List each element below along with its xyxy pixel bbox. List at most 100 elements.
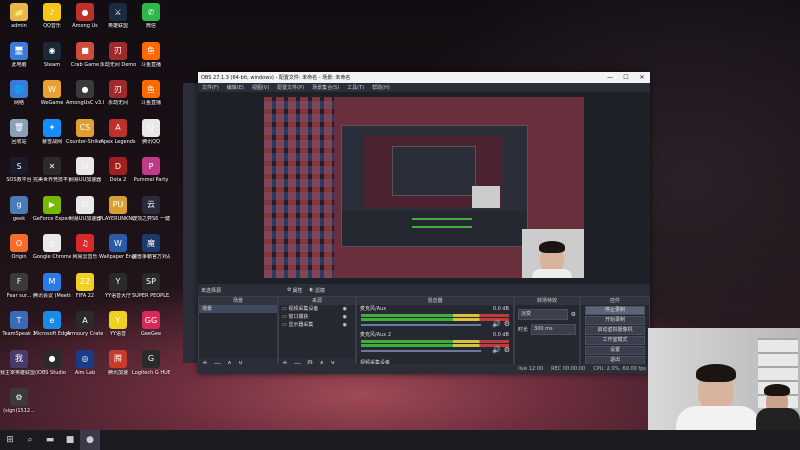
- menu-edit[interactable]: 编辑(E): [223, 84, 248, 91]
- desktop-icon[interactable]: SPSUPER PEOPLE.CBT: [132, 272, 170, 312]
- app-icon: S: [10, 157, 28, 175]
- windows-start-icon[interactable]: ⊞: [0, 430, 20, 450]
- app-icon: 📁: [10, 3, 28, 21]
- source-item[interactable]: ▭ 窗口捕获 ◉: [279, 313, 355, 321]
- desktop-icon[interactable]: GG GeeGee: [132, 310, 170, 350]
- app-icon: D: [109, 157, 127, 175]
- app-icon: ◎: [43, 234, 61, 252]
- menu-scene-collection[interactable]: 场景集合(S): [308, 84, 343, 91]
- menu-tools[interactable]: 工具(T): [343, 84, 368, 91]
- desktop-icon[interactable]: G Logitech G HUB: [132, 349, 170, 389]
- app-icon: M: [43, 272, 61, 291]
- app-icon: 🌐: [10, 80, 28, 98]
- close-button[interactable]: ✕: [634, 74, 650, 81]
- desktop-icon[interactable]: 魔魔兽争霸官方对战平台: [132, 233, 170, 273]
- gear-icon[interactable]: ⚙: [504, 346, 510, 354]
- studio-mode-button[interactable]: 工作室模式: [585, 336, 645, 345]
- preview-webcam: [522, 229, 584, 278]
- filters-button[interactable]: 滤镜: [315, 287, 325, 294]
- start-recording-button[interactable]: 开始录制: [585, 316, 645, 325]
- gear-icon[interactable]: ⚙: [504, 320, 510, 328]
- app-icon: PU: [109, 195, 127, 214]
- volume-slider[interactable]: [361, 350, 481, 352]
- obs-taskbar-icon[interactable]: ●: [80, 430, 100, 450]
- app-icon: 我: [10, 349, 28, 368]
- app-icon: SP: [142, 272, 160, 291]
- preview-canvas[interactable]: [264, 97, 584, 278]
- desktop-icon[interactable]: Q 腾讯QQ: [132, 118, 170, 158]
- app-icon: e: [43, 311, 61, 329]
- controls-title: 控件: [581, 297, 649, 305]
- track-db: 0.0 dB: [492, 306, 509, 312]
- live-indicator: live 12:00: [518, 366, 544, 372]
- mixer-track: 麦克风/Aux 2 0.0 dB 🔊 ⚙: [357, 331, 513, 357]
- transition-select[interactable]: 淡变: [518, 309, 568, 320]
- eye-icon[interactable]: ◉: [343, 321, 355, 329]
- desktop-icon[interactable]: P Pummel Party: [132, 156, 170, 196]
- source-item[interactable]: ▭ 显示器采集 ◉: [279, 321, 355, 329]
- scene-item[interactable]: 场景: [199, 305, 277, 313]
- minimize-button[interactable]: —: [602, 74, 618, 81]
- app-icon: 魔: [142, 234, 160, 252]
- menu-profile[interactable]: 配置文件(P): [273, 84, 308, 91]
- desktop-icon-label: 腾讯QQ: [142, 138, 160, 145]
- duration-input[interactable]: 300 ms: [531, 324, 576, 335]
- desktop-icon[interactable]: ✆ 微信: [132, 2, 170, 42]
- desktop-icon[interactable]: 鱼斗鱼直播: [132, 79, 170, 119]
- source-item[interactable]: ▭ 视频采集设备 ◉: [279, 305, 355, 313]
- webcam-overlay: [648, 328, 800, 430]
- app-icon: P: [142, 157, 160, 175]
- volume-slider[interactable]: [361, 324, 481, 326]
- properties-button[interactable]: 属性: [292, 287, 308, 294]
- stop-recording-button[interactable]: 停止录制: [585, 306, 645, 315]
- menu-bar: 文件(F) 编辑(E) 视图(V) 配置文件(P) 场景集合(S) 工具(T) …: [198, 83, 650, 92]
- desktop-icon[interactable]: ⚙ (sign)1512...: [0, 387, 38, 427]
- audio-mixer-dock: 混音器 麦克风/Aux 0.0 dB 🔊 ⚙ 麦克风/Aux 2 0.0 dB: [356, 296, 514, 368]
- volume-meter: [361, 340, 509, 343]
- taskbar: ⊞ ⌕ ▬ ■ ●: [0, 430, 800, 450]
- sources-dock: 来源 ▭ 视频采集设备 ◉ ▭ 窗口捕获 ◉ ▭ 显示器采集 ◉ + — ⚙ ∧…: [278, 296, 356, 368]
- eye-icon[interactable]: ◉: [343, 305, 355, 313]
- source-item-label: 显示器采集: [288, 322, 314, 328]
- app-icon: 鱼: [142, 41, 160, 60]
- file-explorer-icon[interactable]: ▬: [40, 430, 60, 450]
- desktop-icon-label: GeeGee: [140, 331, 162, 337]
- source-toolbar: 未选择源 ⚙ 属性 ◐ 滤镜: [198, 284, 650, 296]
- desktop-icon-label: (sign)1512...: [3, 408, 35, 414]
- settings-button[interactable]: 设置: [585, 346, 645, 355]
- obs-titlebar[interactable]: OBS 27.1.3 (64-bit, windows) - 配置文件: 未命名…: [198, 72, 650, 83]
- menu-view[interactable]: 视图(V): [248, 84, 273, 91]
- preview-nested-obs: [341, 125, 528, 247]
- volume-meter: [361, 314, 509, 317]
- obs-window: OBS 27.1.3 (64-bit, windows) - 配置文件: 未命名…: [198, 72, 650, 374]
- app-icon: ●: [76, 3, 94, 21]
- app-icon: A: [109, 118, 127, 137]
- app-icon: G: [142, 349, 160, 368]
- desktop-icon[interactable]: 鱼斗鱼直播: [132, 41, 170, 81]
- app-icon: 云: [142, 195, 160, 214]
- menu-file[interactable]: 文件(F): [198, 84, 223, 91]
- maximize-button[interactable]: ☐: [618, 74, 634, 81]
- desktop-icon-label: 斗鱼直播: [140, 61, 161, 68]
- mixer-title: 混音器: [357, 297, 513, 305]
- rec-indicator: REC 00:00:00: [551, 366, 586, 372]
- search-icon[interactable]: ⌕: [20, 430, 40, 450]
- app-icon: 刃: [109, 80, 127, 98]
- eye-icon[interactable]: ◉: [343, 313, 355, 321]
- speaker-icon[interactable]: 🔊: [492, 346, 501, 354]
- app-icon[interactable]: ■: [60, 430, 80, 450]
- start-virtual-camera-button[interactable]: 启动虚拟摄像机: [585, 326, 645, 335]
- app-icon: Y: [109, 311, 127, 329]
- app-icon: ✦: [43, 118, 61, 137]
- preview-area: [198, 92, 650, 284]
- app-icon: U: [76, 157, 94, 175]
- app-icon: Y: [109, 272, 127, 291]
- no-source-selected-label: 未选择源: [201, 287, 222, 294]
- app-icon: ♪: [43, 3, 61, 21]
- menu-help[interactable]: 帮助(H): [368, 84, 394, 91]
- scenes-title: 场景: [199, 297, 277, 305]
- app-icon: 刃: [109, 41, 127, 60]
- speaker-icon[interactable]: 🔊: [492, 320, 501, 328]
- gear-icon[interactable]: ⚙: [568, 311, 576, 318]
- desktop-icon[interactable]: 云云顶之弈S6 一键工具: [132, 195, 170, 235]
